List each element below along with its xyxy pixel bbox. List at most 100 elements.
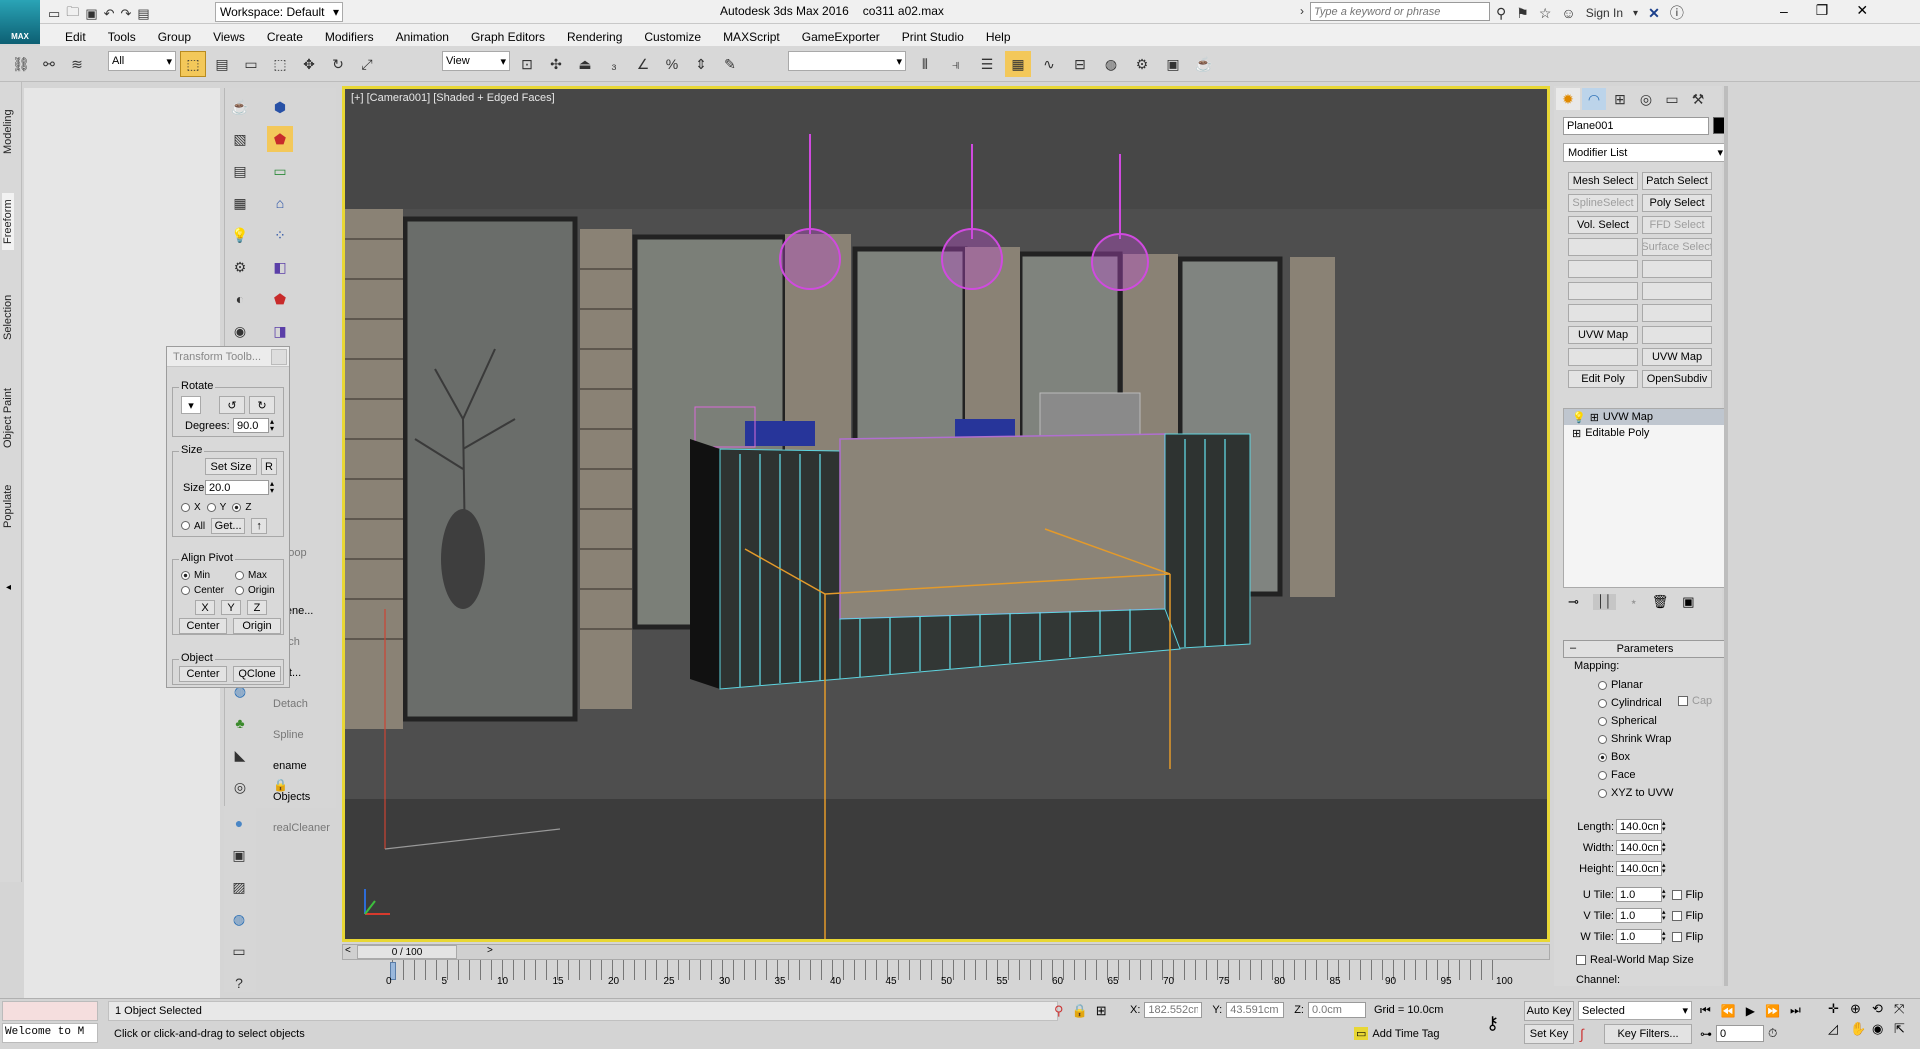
degrees-spinner[interactable]: ▴ ▾ [270,418,274,433]
get-button[interactable]: Get... [211,518,246,534]
wtile-spinner[interactable]: ▴ ▾ [1662,930,1666,943]
dialog-close-icon[interactable] [271,349,287,365]
uflip-checkbox[interactable]: Flip [1671,889,1703,901]
redo-icon[interactable]: ↷ [121,6,132,22]
open-file-icon[interactable]: 🗀 [66,3,79,25]
modifier-set-button-surface-select[interactable]: Surface Select [1642,238,1712,256]
vtile-input[interactable] [1616,908,1662,923]
mapping-radio-face[interactable]: Face [1598,766,1673,784]
edit-named-selection-icon[interactable]: ✎ [717,51,743,77]
new-file-icon[interactable]: ▭ [48,6,60,22]
degrees-input[interactable] [233,418,269,433]
workspace-dropdown[interactable]: Workspace: Default ▾ [215,2,343,22]
modifier-set-button-splineselect[interactable]: SplineSelect [1568,194,1638,212]
real-world-map-checkbox[interactable]: Real-World Map Size [1576,954,1694,966]
utile-input[interactable] [1616,887,1662,902]
modifier-set-button-empty-15[interactable] [1642,326,1712,344]
modifier-set-button-empty-13[interactable] [1642,304,1712,322]
ribbon-toggle-icon[interactable]: ◂ [6,582,11,593]
auto-key-button[interactable]: Auto Key [1524,1001,1574,1021]
go-to-start-icon[interactable]: ⏮ [1700,1003,1711,1018]
modifier-list-dropdown[interactable]: Modifier List ▾ [1563,143,1727,162]
sphere-icon[interactable]: ● [226,810,252,836]
y-coord-input[interactable] [1226,1002,1285,1018]
select-manipulate-icon[interactable]: ✣ [543,51,569,77]
plant-icon[interactable]: ♣ [227,710,253,736]
rotate-ccw-button[interactable]: ↺ [219,396,245,414]
go-to-end-icon[interactable]: ⏭ [1790,1003,1801,1018]
menu-animation[interactable]: Animation [385,26,460,44]
shield-red-icon[interactable]: ⬟ [267,126,293,152]
pick-up-button[interactable]: ↑ [251,518,268,534]
globe-blue-icon[interactable]: ◍ [226,906,252,932]
create-tab-icon[interactable]: ✹ [1556,88,1580,110]
axis-z-radio[interactable]: Z [232,502,251,513]
menu-graph-editors[interactable]: Graph Editors [460,26,556,44]
origin-radio[interactable]: Origin [235,583,275,598]
menu-views[interactable]: Views [202,26,256,44]
set-key-button[interactable]: Set Key [1524,1024,1574,1044]
sphere-spiral-icon[interactable]: ◎ [227,774,253,800]
length-input[interactable] [1616,819,1662,834]
pan-hand-icon[interactable]: ✋ [1850,1021,1872,1037]
teapot-icon[interactable]: ☕ [227,94,253,120]
pivot-x-button[interactable]: X [195,600,215,615]
object-name-input[interactable] [1563,117,1709,135]
wflip-checkbox[interactable]: Flip [1671,931,1703,943]
subscription-icon[interactable]: ⚑ [1516,5,1529,22]
speaker-icon[interactable]: ◐ [227,286,253,312]
qclone-button[interactable]: QClone [233,666,281,682]
dots-icon[interactable]: ⁘ [267,222,293,248]
expand-arrow-icon[interactable]: › [1300,4,1304,18]
menu-group[interactable]: Group [147,26,202,44]
app-logo[interactable]: MAX [0,0,40,44]
modifier-set-button-ffd-select[interactable]: FFD Select [1642,216,1712,234]
help-icon[interactable]: ⓘ [1670,3,1684,23]
modifier-set-button-empty-16[interactable] [1568,348,1638,366]
search-input[interactable] [1310,2,1490,21]
prev-frame-arrow-icon[interactable]: < [345,945,351,956]
menu-customize[interactable]: Customize [633,26,712,44]
rotate-axis-dropdown[interactable]: ▾ [181,396,201,414]
menu-print-studio[interactable]: Print Studio [891,26,975,44]
ribbon-tab-freeform[interactable]: Freeform [2,193,14,250]
make-unique-icon[interactable]: ⋆ [1630,594,1638,610]
mapping-radio-spherical[interactable]: Spherical [1598,712,1673,730]
vflip-checkbox[interactable]: Flip [1671,910,1703,922]
set-size-button[interactable]: Set Size [205,458,257,475]
select-object-icon[interactable]: ⬚ [180,51,206,77]
network-icon[interactable]: ⌂ [267,190,293,216]
window-icon[interactable]: ▭ [226,938,252,964]
tool-detach-spline[interactable]: Detach Spline [273,689,336,751]
bind-spacewarp-icon[interactable]: ≋ [64,51,90,77]
modifier-set-button-edit-poly[interactable]: Edit Poly [1568,370,1638,388]
modifier-set-button-empty-12[interactable] [1568,304,1638,322]
menu-maxscript[interactable]: MAXScript [712,26,791,44]
hierarchy-tab-icon[interactable]: ⊞ [1608,88,1632,110]
stack-item-uvw-map[interactable]: 💡 ⊞ UVW Map [1564,409,1726,425]
menu-create[interactable]: Create [256,26,314,44]
cube-outline-icon[interactable]: ◨ [267,318,293,344]
utilities-tab-icon[interactable]: ⚒ [1686,88,1710,110]
modifier-set-button-empty-8[interactable] [1568,260,1638,278]
favorites-star-icon[interactable]: ☆ [1539,5,1552,22]
pivot-y-button[interactable]: Y [221,600,241,615]
reference-coord-dropdown[interactable]: View ▾ [442,51,510,71]
all-radio[interactable]: All [181,521,205,532]
menu-rendering[interactable]: Rendering [556,26,633,44]
motion-tab-icon[interactable]: ◎ [1634,88,1658,110]
pin-stack-icon[interactable]: ⊸ [1568,594,1579,610]
set-key-mode-icon[interactable]: ⚷ [1486,1013,1499,1034]
selection-filter-dropdown[interactable]: All ▾ [108,51,176,71]
modifier-set-button-patch-select[interactable]: Patch Select [1642,172,1712,190]
track-bar[interactable]: 0 5 10 15 20 25 30 35 40 45 50 55 60 65 70 75 80 85 90 95 10… [342,960,1550,994]
minimize-icon[interactable]: – [1780,3,1788,19]
center-radio[interactable]: Center [181,583,224,598]
link-icon[interactable]: ⛓ [8,51,34,77]
add-time-tag-button[interactable]: ▭ Add Time Tag [1354,1027,1439,1040]
rect-selection-icon[interactable]: ▭ [238,51,264,77]
modifier-set-button-empty-10[interactable] [1568,282,1638,300]
key-filters-button[interactable]: Key Filters... [1604,1024,1692,1044]
viewport-label[interactable]: [+] [Camera001] [Shaded + Edged Faces] [351,92,555,104]
maximize-icon[interactable]: ❐ [1816,2,1829,19]
